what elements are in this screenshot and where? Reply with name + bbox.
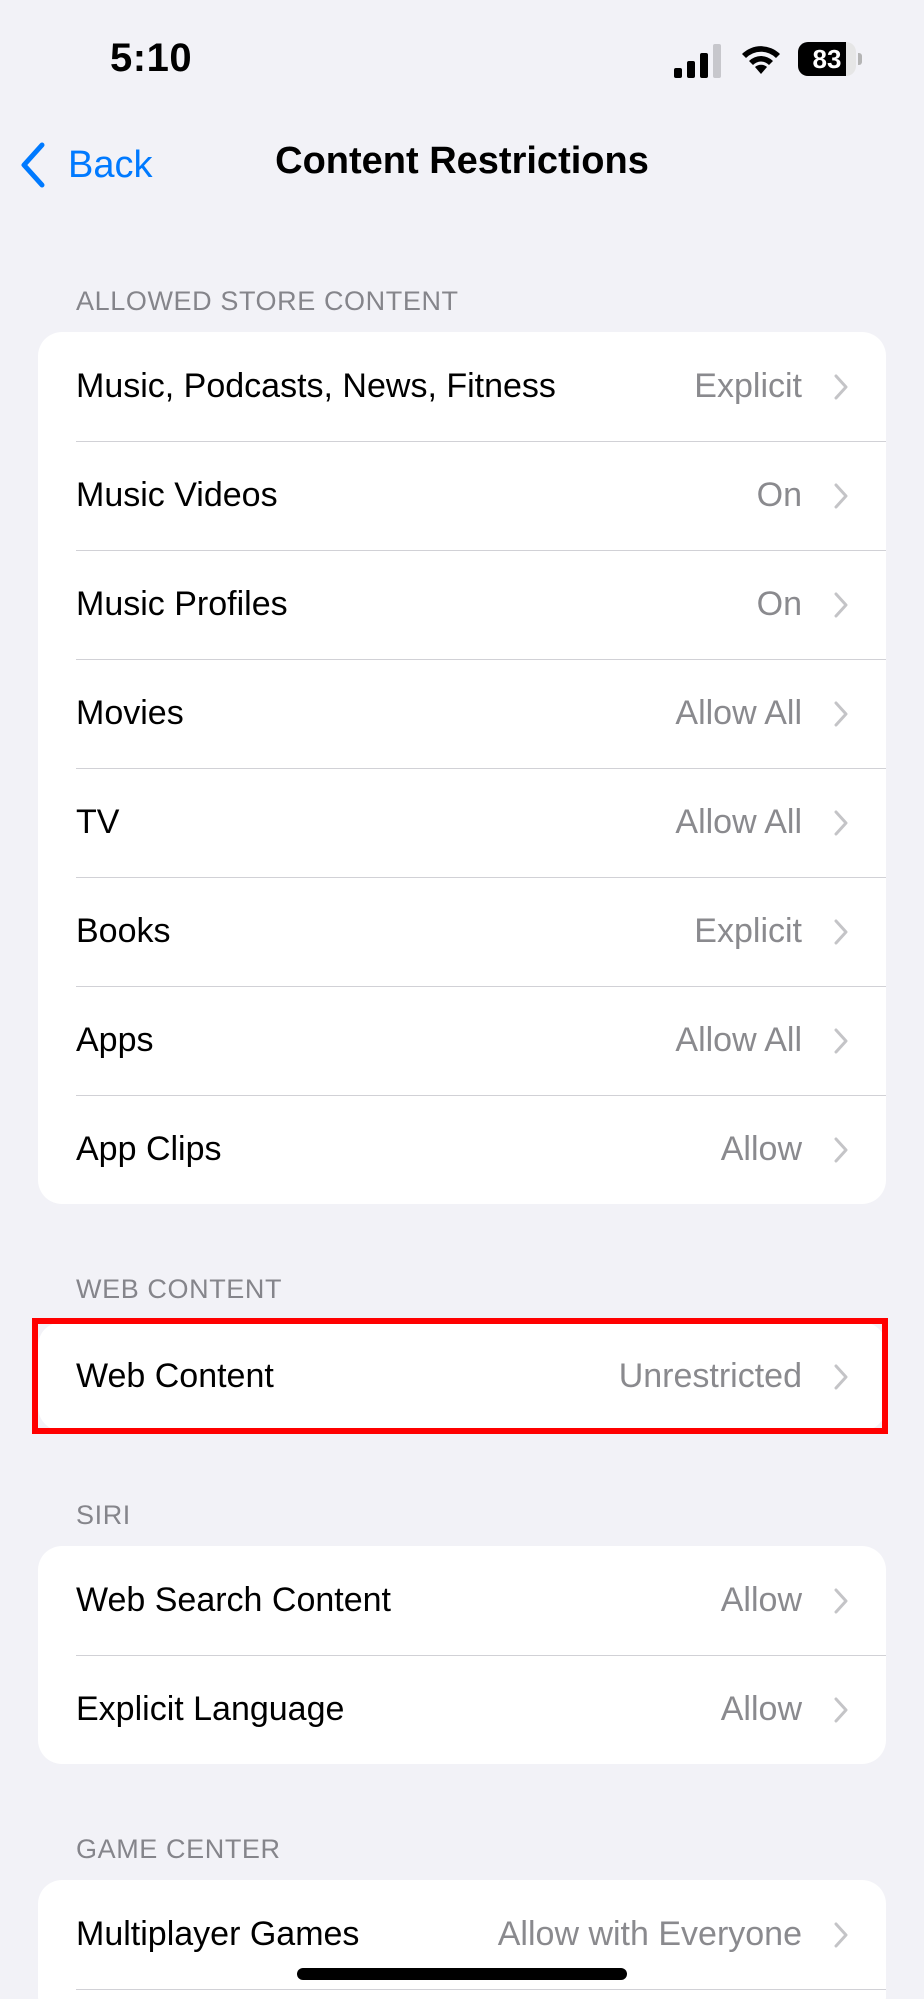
section-header-siri: SIRI [76,1500,131,1530]
row-tv[interactable]: TV Allow All [38,768,886,877]
battery-level: 83 [812,44,842,74]
home-indicator[interactable] [297,1968,627,1980]
section-header-game-center: GAME CENTER [76,1834,281,1864]
row-label: TV [76,803,120,841]
chevron-right-icon [834,919,848,944]
chevron-right-icon [834,1922,848,1947]
status-time: 5:10 [110,36,193,80]
row-label: Books [76,912,171,950]
row-label: Multiplayer Games [76,1915,360,1953]
battery-icon: 83 [798,42,862,76]
row-web-content[interactable]: Web Content Unrestricted [38,1322,886,1431]
chevron-right-icon [834,483,848,508]
status-bar: 5:10 83 [0,0,924,120]
row-web-search-content[interactable]: Web Search Content Allow [38,1546,886,1655]
group-siri: Web Search Content Allow Explicit Langua… [38,1546,886,1764]
group-store: Music, Podcasts, News, Fitness Explicit … [38,332,886,1204]
row-value: Allow [720,1130,802,1168]
row-value: Explicit [694,912,802,950]
row-books[interactable]: Books Explicit [38,877,886,986]
row-music-videos[interactable]: Music Videos On [38,441,886,550]
chevron-right-icon [834,374,848,399]
row-next-partial[interactable] [38,1989,886,1999]
group-game-center: Multiplayer Games Allow with Everyone [38,1880,886,1999]
row-label: Apps [76,1021,154,1059]
chevron-right-icon [834,1364,848,1389]
chevron-right-icon [834,701,848,726]
row-value: Allow All [675,803,802,841]
chevron-right-icon [834,1697,848,1722]
row-value: Allow All [675,694,802,732]
wifi-icon [742,46,780,74]
chevron-right-icon [834,592,848,617]
row-value: Allow [720,1690,802,1728]
row-label: Web Content [76,1357,274,1395]
row-value: On [756,476,802,514]
screen: 5:10 83 Back Content Restrictions ALLOWE… [0,0,924,1999]
row-label: Explicit Language [76,1690,345,1728]
row-music-podcasts-news-fitness[interactable]: Music, Podcasts, News, Fitness Explicit [38,332,886,441]
row-label: App Clips [76,1130,222,1168]
row-apps[interactable]: Apps Allow All [38,986,886,1095]
chevron-right-icon [834,1137,848,1162]
row-movies[interactable]: Movies Allow All [38,659,886,768]
row-app-clips[interactable]: App Clips Allow [38,1095,886,1204]
row-label: Music, Podcasts, News, Fitness [76,367,556,405]
row-value: Allow All [675,1021,802,1059]
row-value: Allow [720,1581,802,1619]
row-value: Explicit [694,367,802,405]
row-value: Allow with Everyone [497,1915,802,1953]
row-music-profiles[interactable]: Music Profiles On [38,550,886,659]
row-value: Unrestricted [618,1357,802,1395]
row-explicit-language[interactable]: Explicit Language Allow [38,1655,886,1764]
chevron-right-icon [834,810,848,835]
chevron-right-icon [834,1028,848,1053]
row-label: Web Search Content [76,1581,391,1619]
cellular-signal-icon [674,44,721,78]
page-title: Content Restrictions [275,140,649,182]
group-web: Web Content Unrestricted [38,1322,886,1431]
row-value: On [756,585,802,623]
section-header-store: ALLOWED STORE CONTENT [76,286,459,316]
row-label: Music Videos [76,476,278,514]
section-header-web: WEB CONTENT [76,1274,283,1304]
row-label: Music Profiles [76,585,288,623]
navigation-bar: Back Content Restrictions [0,120,924,210]
row-label: Movies [76,694,184,732]
chevron-right-icon [834,1588,848,1613]
